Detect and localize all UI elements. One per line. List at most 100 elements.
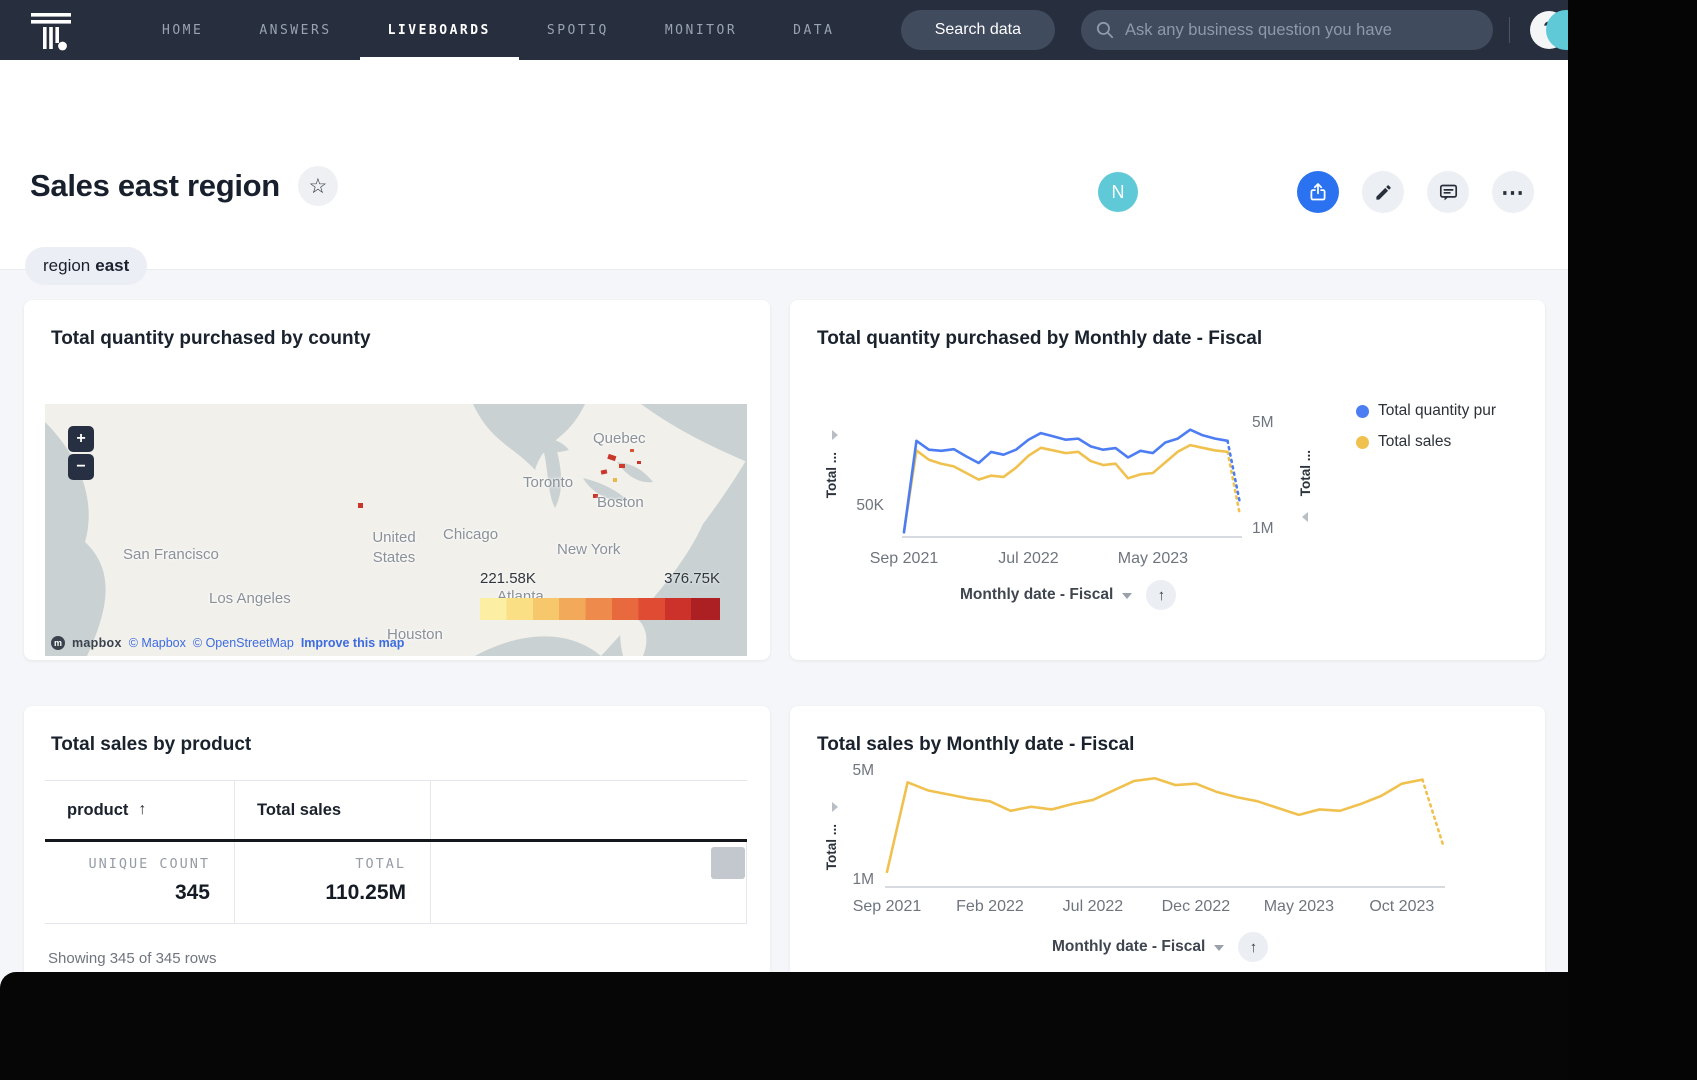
aggregate-value: 110.25M [245,881,406,905]
x-axis-tick: May 2023 [1118,550,1188,568]
x-axis-control[interactable]: Monthly date - Fiscal ↑ [960,580,1176,610]
mapbox-wordmark[interactable]: mapbox [72,636,122,650]
heat-legend-labels: 221.58K 376.75K [480,570,720,587]
data-table: product ↑ Total sales UNIQUE COUNT 345 [45,780,747,924]
map-label-san-francisco: San Francisco [123,546,219,563]
viz-title: Total sales by product [51,734,251,756]
app-window: HOME ANSWERS LIVEBOARDS SPOTIQ MONITOR D… [0,0,1568,1080]
osm-link[interactable]: © OpenStreetMap [193,636,294,650]
x-axis-tick: Jul 2022 [1063,898,1124,916]
heat-legend-max: 376.75K [664,570,720,587]
nav-item-liveboards[interactable]: LIVEBOARDS [360,0,519,60]
nav-item-monitor[interactable]: MONITOR [637,0,765,60]
map-attribution: m mapbox © Mapbox © OpenStreetMap Improv… [51,636,404,650]
legend-label: Total sales [1378,433,1451,451]
axis-expand-icon[interactable] [832,430,838,440]
x-axis-tick: Sep 2021 [853,898,922,916]
left-axis-ticks: 5M 1M [830,758,880,888]
column-header-product[interactable]: product ↑ [45,781,235,839]
legend-item-sales[interactable]: Total sales [1356,433,1496,451]
viz-card-sales-by-product: Total sales by product product ↑ Total s… [24,706,770,1002]
nav-menu: HOME ANSWERS LIVEBOARDS SPOTIQ MONITOR D… [134,0,862,60]
chart-plot-area[interactable] [902,408,1242,538]
nav-item-spotiq[interactable]: SPOTIQ [519,0,637,60]
viz-title: Total quantity purchased by Monthly date… [817,328,1262,350]
header-actions: ⋯ [1297,171,1534,213]
search-data-button[interactable]: Search data [901,10,1055,50]
mapbox-logo-icon: m [51,636,65,650]
nav-divider [1509,17,1510,43]
pencil-icon [1374,183,1393,202]
chart-plot-area[interactable] [885,758,1445,888]
nav-item-home[interactable]: HOME [134,0,231,60]
column-label: Total sales [257,801,341,820]
owner-avatar[interactable]: N [1098,172,1138,212]
y-axis-tick: 5M [852,762,874,780]
improve-map-link[interactable]: Improve this map [301,636,405,650]
map-label-toronto: Toronto [523,474,573,491]
summary-cell-empty [431,842,747,923]
search-icon [1095,20,1115,45]
table-header-row: product ↑ Total sales [45,781,747,842]
map-zoom-controls: + − [68,426,94,480]
y-axis-tick: 1M [852,871,874,889]
edit-button[interactable] [1362,171,1404,213]
table-scrollbar[interactable] [711,847,745,879]
rows-status: Showing 345 of 345 rows [48,950,216,967]
ask-question-input[interactable] [1081,10,1493,50]
legend-item-quantity[interactable]: Total quantity pur [1356,402,1496,420]
legend-dot-blue [1356,405,1369,418]
map-label-new-york: New York [557,541,620,558]
heat-legend-min: 221.58K [480,570,536,587]
y-axis-tick: 5M [1252,414,1274,432]
legend-dot-yellow [1356,436,1369,449]
column-label: product [67,801,128,820]
x-axis-control-label: Monthly date - Fiscal [1052,938,1205,956]
map-label-quebec: Quebec [593,430,646,447]
top-nav: HOME ANSWERS LIVEBOARDS SPOTIQ MONITOR D… [0,0,1568,60]
comment-button[interactable] [1427,171,1469,213]
map-zoom-in-button[interactable]: + [68,426,94,452]
favorite-star-button[interactable]: ☆ [298,166,338,206]
bottom-black-bar [0,972,1697,1080]
map-zoom-out-button[interactable]: − [68,454,94,480]
left-axis-ticks: 50K [840,408,890,538]
viz-title: Total sales by Monthly date - Fiscal [817,734,1134,756]
x-axis-ticks: Sep 2021Feb 2022Jul 2022Dec 2022May 2023… [885,898,1445,920]
column-header-total-sales[interactable]: Total sales [235,781,431,839]
liveboard-grid: Total quantity purchased by county [0,270,1568,1080]
viz-card-sales-by-month: Total sales by Monthly date - Fiscal Tot… [790,706,1545,1002]
page-title: Sales east region [30,168,280,204]
share-button[interactable] [1297,171,1339,213]
x-axis-tick: Feb 2022 [956,898,1024,916]
y-axis-tick: 1M [1252,520,1274,538]
chart-legend: Total quantity pur Total sales [1356,402,1496,464]
sort-direction-button[interactable]: ↑ [1238,932,1268,962]
x-axis-control-label: Monthly date - Fiscal [960,586,1113,604]
column-header-empty [431,781,747,839]
heat-legend-gradient [480,598,720,620]
x-axis-tick: Jul 2022 [998,550,1059,568]
more-options-button[interactable]: ⋯ [1492,171,1534,213]
summary-cell-sales: TOTAL 110.25M [235,842,431,923]
star-icon: ☆ [309,174,328,199]
nav-item-answers[interactable]: ANSWERS [231,0,359,60]
comment-icon [1438,182,1459,203]
summary-cell-product: UNIQUE COUNT 345 [45,842,235,923]
aggregate-label: UNIQUE COUNT [55,856,210,872]
nav-item-data[interactable]: DATA [765,0,862,60]
nav-right-section: Search data ? [901,10,1568,50]
chevron-down-icon [1214,945,1224,951]
x-axis-tick: Sep 2021 [870,550,939,568]
x-axis-control[interactable]: Monthly date - Fiscal ↑ [1052,932,1268,962]
sort-asc-icon: ↑ [138,801,146,819]
map-label-boston: Boston [597,494,644,511]
mapbox-link[interactable]: © Mapbox [129,636,186,650]
ask-question-search [1081,10,1493,50]
right-black-mask [1568,0,1697,1080]
axis-expand-icon[interactable] [1302,512,1308,522]
geo-map[interactable]: + − Quebec Toronto Boston Chicago United… [45,404,747,656]
x-axis-tick: Oct 2023 [1369,898,1434,916]
sort-direction-button[interactable]: ↑ [1146,580,1176,610]
thoughtspot-logo-icon[interactable] [28,7,74,53]
